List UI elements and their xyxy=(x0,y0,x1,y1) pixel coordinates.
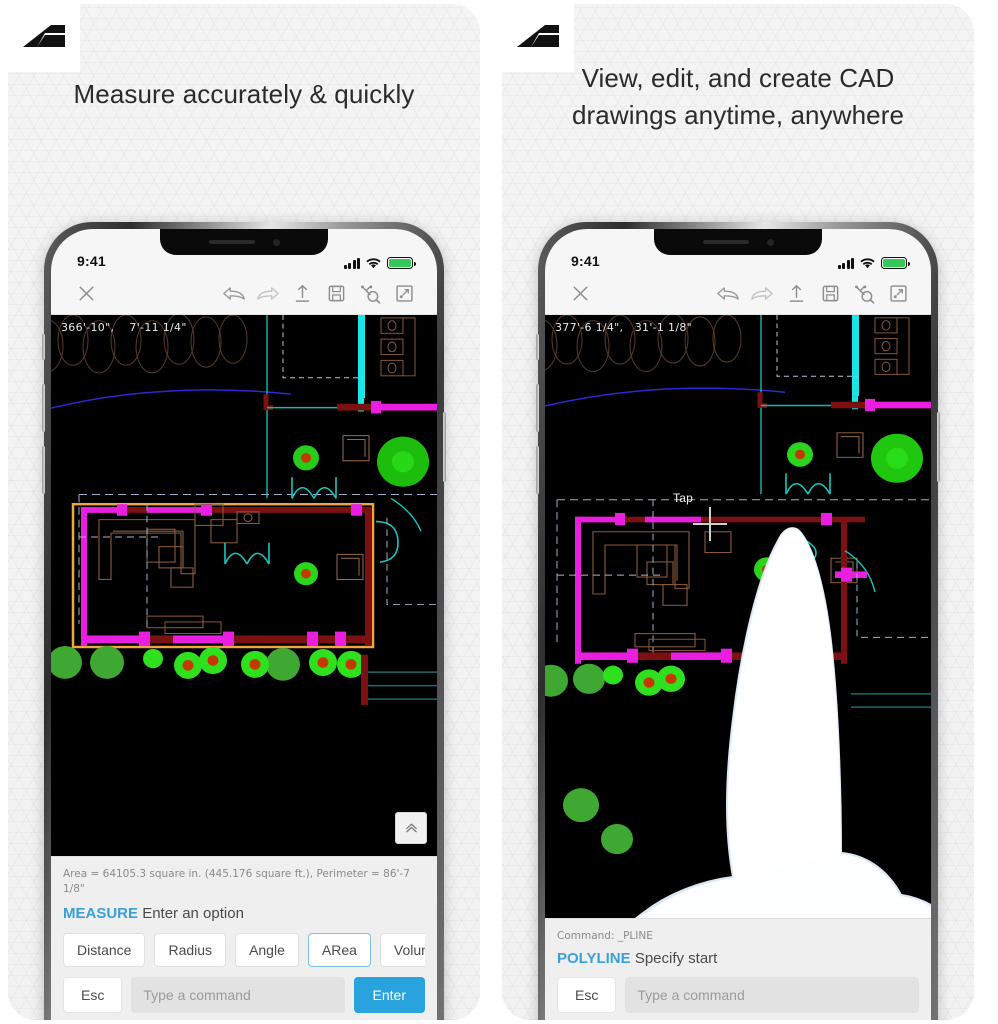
volume-down-button-2 xyxy=(536,446,539,494)
earpiece-speaker xyxy=(208,240,255,244)
status-time-2: 9:41 xyxy=(571,253,600,269)
undo-arrow-icon[interactable] xyxy=(217,279,251,309)
autodesk-logo-badge xyxy=(8,4,80,72)
notch xyxy=(160,229,328,255)
autodesk-logo-badge-2 xyxy=(502,4,574,72)
command-panel: Area = 64105.3 square in. (445.176 squar… xyxy=(51,855,437,1020)
esc-button[interactable]: Esc xyxy=(63,977,123,1013)
esc-button-2[interactable]: Esc xyxy=(557,977,617,1013)
share-upload-icon[interactable] xyxy=(285,279,319,309)
enter-button[interactable]: Enter xyxy=(353,977,425,1013)
command-history: Area = 64105.3 square in. (445.176 squar… xyxy=(63,867,410,896)
command-input-row-2: Esc Type a command xyxy=(557,977,919,1013)
command-prompt-2: POLYLINE Specify start xyxy=(557,950,919,967)
promo-card-measure: Measure accurately & quickly 9:41 366'-1… xyxy=(8,4,480,1020)
chevron-double-up-icon[interactable] xyxy=(395,811,427,844)
wifi-icon xyxy=(366,257,381,269)
page-title: Measure accurately & quickly xyxy=(73,79,415,109)
command-prompt: MEASURE Enter an option xyxy=(63,905,425,922)
volume-up-button xyxy=(42,384,45,432)
command-options: Distance Radius Angle ARea Volum xyxy=(63,933,425,967)
phone-mockup-2: 9:41 377'-6 1/4", 31'-1 1/8" Tap Command… xyxy=(536,222,940,1020)
share-upload-icon[interactable] xyxy=(779,279,813,309)
front-camera xyxy=(272,238,280,246)
fullscreen-expand-icon[interactable] xyxy=(881,279,915,309)
mute-switch-2 xyxy=(536,334,539,360)
autodesk-logo-icon xyxy=(517,25,559,47)
battery-icon xyxy=(881,257,910,269)
measure-magnifier-icon[interactable] xyxy=(353,279,387,309)
tap-hint-label: Tap xyxy=(673,491,693,505)
option-radius[interactable]: Radius xyxy=(154,933,227,967)
command-panel-2: Command: _PLINE POLYLINE Specify start E… xyxy=(545,918,931,1020)
front-camera-2 xyxy=(766,238,774,246)
promo-card-create: View, edit, and create CAD drawings anyt… xyxy=(502,4,974,1020)
redo-arrow-icon[interactable] xyxy=(251,279,285,309)
phone-screen: 9:41 366'-10", 7'-11 1/4" Area = 64105.3… xyxy=(51,229,437,1020)
coordinate-readout-2: 377'-6 1/4", 31'-1 1/8" xyxy=(555,321,692,334)
volume-down-button xyxy=(42,446,45,494)
option-area[interactable]: ARea xyxy=(307,933,371,967)
phone-screen-2: 9:41 377'-6 1/4", 31'-1 1/8" Tap Command… xyxy=(545,229,931,1020)
save-floppy-icon[interactable] xyxy=(813,279,847,309)
power-button-2 xyxy=(937,412,940,482)
command-prompt-text: Enter an option xyxy=(142,905,244,922)
cad-drawing-2 xyxy=(545,315,931,918)
option-distance[interactable]: Distance xyxy=(63,933,146,967)
phone-mockup: 9:41 366'-10", 7'-11 1/4" Area = 64105.3… xyxy=(42,222,446,1020)
cad-canvas-2[interactable]: 377'-6 1/4", 31'-1 1/8" Tap xyxy=(545,315,931,919)
status-time: 9:41 xyxy=(77,253,106,269)
save-floppy-icon[interactable] xyxy=(319,279,353,309)
measure-magnifier-icon[interactable] xyxy=(847,279,881,309)
option-volume[interactable]: Volum xyxy=(379,933,425,967)
command-input-row: Esc Type a command Enter xyxy=(63,977,425,1013)
fullscreen-expand-icon[interactable] xyxy=(387,279,421,309)
editor-toolbar-2 xyxy=(545,273,931,315)
undo-arrow-icon[interactable] xyxy=(711,279,745,309)
wifi-icon xyxy=(860,257,875,269)
command-keyword: MEASURE xyxy=(63,905,139,922)
close-icon[interactable] xyxy=(69,279,103,309)
close-icon[interactable] xyxy=(563,279,597,309)
cad-drawing xyxy=(51,315,437,856)
screenshot-stage: Measure accurately & quickly 9:41 366'-1… xyxy=(0,0,998,1024)
cellular-bars-icon xyxy=(837,257,854,269)
power-button xyxy=(443,412,446,482)
command-input-2[interactable]: Type a command xyxy=(625,977,919,1013)
command-history-2: Command: _PLINE xyxy=(557,930,653,943)
coordinate-readout: 366'-10", 7'-11 1/4" xyxy=(61,321,187,334)
command-keyword-2: POLYLINE xyxy=(557,950,631,967)
option-angle[interactable]: Angle xyxy=(235,933,299,967)
cad-canvas[interactable]: 366'-10", 7'-11 1/4" xyxy=(51,315,437,856)
volume-up-button-2 xyxy=(536,384,539,432)
status-bar: 9:41 xyxy=(51,229,437,273)
redo-arrow-icon[interactable] xyxy=(745,279,779,309)
crosshair-icon xyxy=(693,507,727,541)
battery-icon xyxy=(387,257,416,269)
autodesk-logo-icon xyxy=(23,25,65,47)
mute-switch xyxy=(42,334,45,360)
command-prompt-text-2: Specify start xyxy=(634,950,718,967)
earpiece-speaker-2 xyxy=(702,240,749,244)
status-bar-2: 9:41 xyxy=(545,229,931,273)
command-input[interactable]: Type a command xyxy=(131,977,345,1013)
cellular-bars-icon xyxy=(343,257,360,269)
notch-2 xyxy=(654,229,822,255)
editor-toolbar xyxy=(51,273,437,315)
